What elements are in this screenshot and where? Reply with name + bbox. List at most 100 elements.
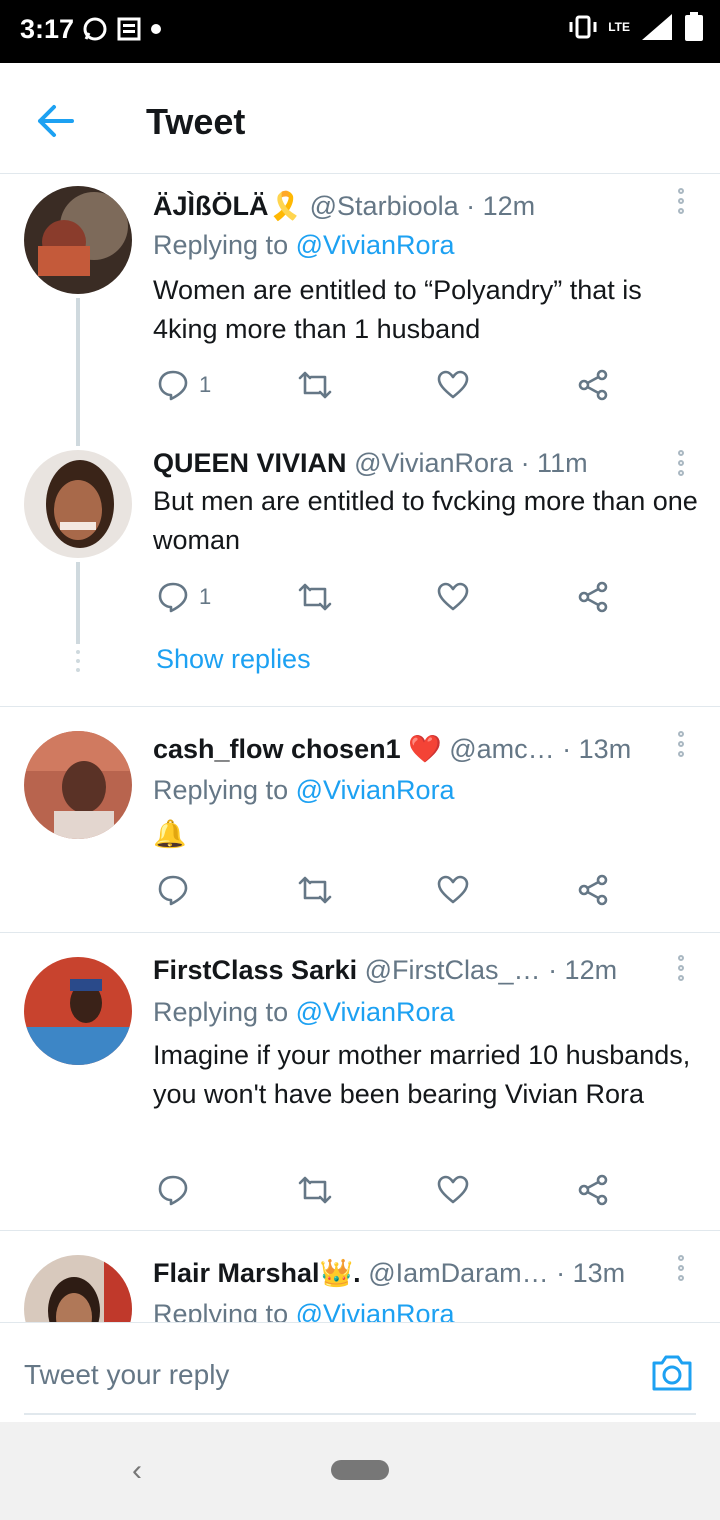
- more-options-icon[interactable]: [678, 1255, 686, 1285]
- retweet-icon: [298, 371, 332, 399]
- app-bar: Tweet: [0, 63, 720, 174]
- retweet-button[interactable]: [297, 1173, 333, 1207]
- tweet-feed[interactable]: ÄJÌßÖLÄ🎗️ @Starbioola · 12m Replying to …: [0, 174, 720, 1322]
- author-handle[interactable]: @amc…: [449, 734, 554, 764]
- tweet-time: · 11m: [520, 448, 588, 478]
- thread-dots: [76, 650, 80, 677]
- avatar[interactable]: [24, 957, 132, 1065]
- retweet-button[interactable]: [297, 580, 333, 614]
- tweet-actions: 1: [153, 368, 623, 408]
- like-button[interactable]: [437, 873, 469, 907]
- replying-to-label: Replying to: [153, 230, 296, 260]
- back-arrow-icon[interactable]: [36, 103, 76, 139]
- reply-button[interactable]: 1: [157, 368, 211, 402]
- tweet-text: Women are entitled to “Polyandry” that i…: [153, 275, 642, 344]
- network-type-label: LTE: [608, 20, 630, 34]
- tweet-time: · 12m: [548, 955, 618, 985]
- battery-icon: [685, 12, 703, 41]
- tweet-text: 🔔: [153, 819, 187, 849]
- more-options-icon[interactable]: [678, 188, 686, 218]
- tweet-text: But men are entitled to fvcking more tha…: [153, 486, 698, 555]
- reply-icon: [158, 875, 188, 906]
- reply-bar: Tweet your reply: [0, 1322, 720, 1423]
- tweet-header: FirstClass Sarki @FirstClas_… · 12m: [153, 955, 617, 986]
- reply-count: 1: [199, 372, 212, 397]
- author-handle[interactable]: @VivianRora: [354, 448, 513, 478]
- replying-to: Replying to @VivianRora: [153, 230, 455, 261]
- heart-icon: [437, 370, 469, 399]
- share-button[interactable]: [577, 580, 609, 614]
- tweet-actions: [153, 873, 623, 913]
- system-nav-bar: ‹: [0, 1422, 720, 1520]
- avatar[interactable]: [24, 1255, 132, 1322]
- dot-icon: [151, 24, 161, 34]
- tweet-header: Flair Marshal👑. @IamDaram… · 13m: [153, 1257, 625, 1289]
- share-button[interactable]: [577, 1173, 609, 1207]
- like-button[interactable]: [437, 580, 469, 614]
- author-handle[interactable]: @Starbioola: [310, 191, 459, 221]
- reply-icon: [158, 582, 188, 613]
- replying-to-link[interactable]: @VivianRora: [296, 230, 455, 260]
- replying-to-link[interactable]: @VivianRora: [296, 997, 455, 1027]
- replying-to: Replying to @VivianRora: [153, 1299, 455, 1322]
- retweet-button[interactable]: [297, 873, 333, 907]
- retweet-icon: [298, 1176, 332, 1204]
- reply-button[interactable]: 1: [157, 580, 211, 614]
- thread-line: [76, 562, 80, 644]
- more-options-icon[interactable]: [678, 450, 686, 480]
- replying-to-label: Replying to: [153, 775, 296, 805]
- share-icon: [578, 369, 608, 401]
- status-system-icons: LTE: [568, 12, 704, 42]
- replying-to-label: Replying to: [153, 997, 296, 1027]
- tweet-actions: 1: [153, 580, 623, 620]
- replying-to-link[interactable]: @VivianRora: [296, 1299, 455, 1322]
- share-button[interactable]: [577, 873, 609, 907]
- share-icon: [578, 1174, 608, 1206]
- share-button[interactable]: [577, 368, 609, 402]
- more-options-icon[interactable]: [678, 955, 686, 985]
- tweet-header: cash_flow chosen1 ❤️ @amc… · 13m: [153, 733, 631, 765]
- author-handle[interactable]: @IamDaram…: [368, 1258, 548, 1288]
- system-home-pill[interactable]: [331, 1460, 389, 1480]
- tweet-time: · 13m: [556, 1258, 626, 1288]
- avatar[interactable]: [24, 731, 132, 839]
- divider: [0, 706, 720, 707]
- share-icon: [578, 874, 608, 906]
- show-replies-link[interactable]: Show replies: [156, 644, 311, 675]
- tweet-actions: [153, 1173, 623, 1213]
- reply-input[interactable]: Tweet your reply: [24, 1359, 229, 1391]
- like-button[interactable]: [437, 1173, 469, 1207]
- author-name[interactable]: QUEEN VIVIAN: [153, 448, 347, 478]
- tweet-text: Imagine if your mother married 10 husban…: [153, 1040, 691, 1109]
- reply-button[interactable]: [157, 873, 189, 907]
- avatar[interactable]: [24, 186, 132, 294]
- replying-to: Replying to @VivianRora: [153, 997, 455, 1028]
- author-name[interactable]: FirstClass Sarki: [153, 955, 357, 985]
- author-handle[interactable]: @FirstClas_…: [365, 955, 541, 985]
- system-back-icon[interactable]: ‹: [132, 1454, 142, 1488]
- status-notification-icons: [82, 16, 162, 42]
- retweet-button[interactable]: [297, 368, 333, 402]
- author-name[interactable]: Flair Marshal👑.: [153, 1258, 361, 1288]
- news-icon: [117, 17, 141, 41]
- thread-line: [76, 298, 80, 446]
- status-bar: 3:17 LTE: [0, 0, 720, 63]
- like-button[interactable]: [437, 368, 469, 402]
- reply-button[interactable]: [157, 1173, 189, 1207]
- tweet-time: · 12m: [466, 191, 536, 221]
- author-name[interactable]: cash_flow chosen1 ❤️: [153, 734, 442, 764]
- heart-icon: [437, 875, 469, 904]
- whatsapp-icon: [83, 17, 107, 41]
- replying-to-label: Replying to: [153, 1299, 296, 1322]
- more-options-icon[interactable]: [678, 731, 686, 761]
- divider: [0, 932, 720, 933]
- avatar[interactable]: [24, 450, 132, 558]
- reply-input-underline: [24, 1413, 696, 1415]
- author-name[interactable]: ÄJÌßÖLÄ🎗️: [153, 191, 302, 221]
- tweet-header: QUEEN VIVIAN @VivianRora · 11m: [153, 448, 588, 479]
- signal-icon: [642, 14, 672, 40]
- retweet-icon: [298, 583, 332, 611]
- replying-to-link[interactable]: @VivianRora: [296, 775, 455, 805]
- camera-icon[interactable]: [650, 1353, 694, 1393]
- heart-icon: [437, 582, 469, 611]
